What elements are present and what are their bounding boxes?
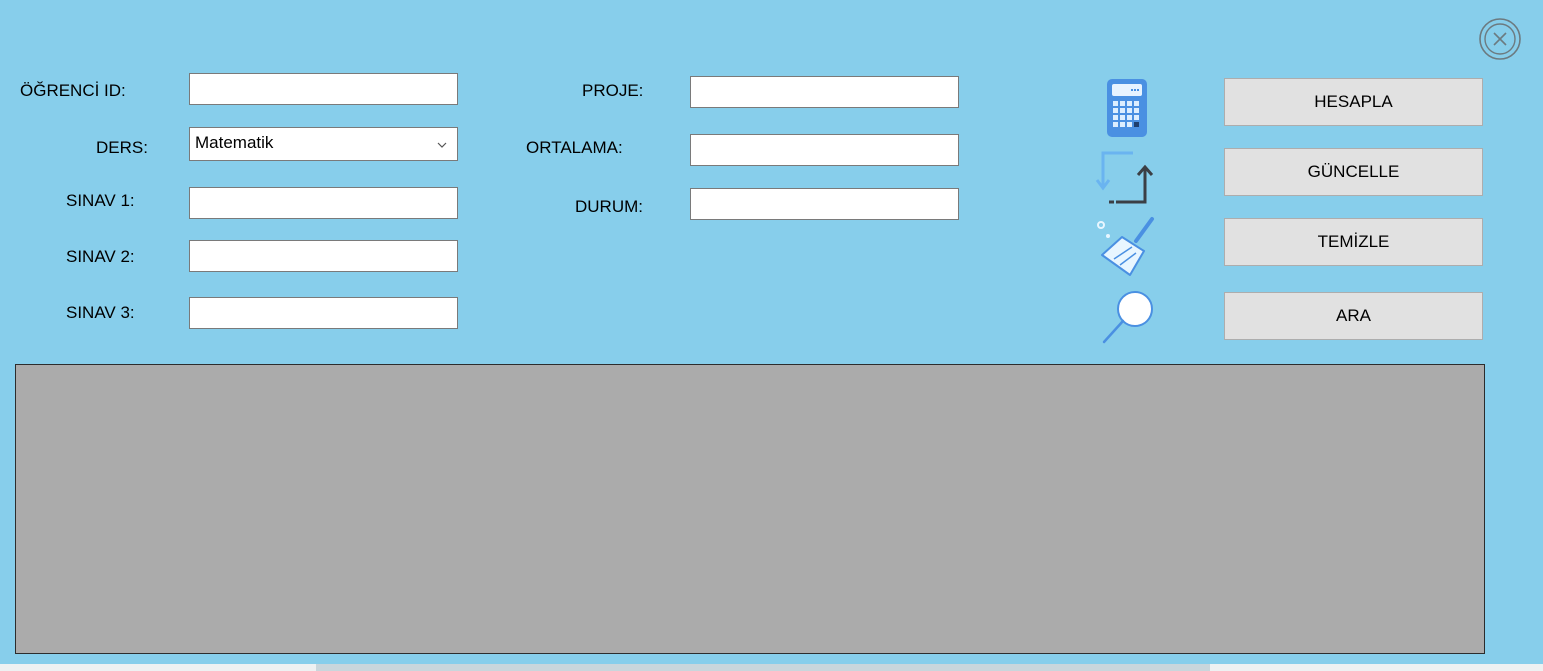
guncelle-button[interactable]: GÜNCELLE	[1224, 148, 1483, 196]
proje-label: PROJE:	[582, 81, 644, 100]
proje-input[interactable]	[690, 76, 959, 108]
ortalama-input[interactable]	[690, 134, 959, 166]
data-grid[interactable]	[15, 364, 1485, 654]
ortalama-label: ORTALAMA:	[526, 138, 623, 157]
status-strip	[0, 664, 1543, 671]
temizle-button[interactable]: TEMİZLE	[1224, 218, 1483, 266]
durum-input[interactable]	[690, 188, 959, 220]
sinav1-label: SINAV 1:	[66, 191, 135, 210]
ders-label: DERS:	[96, 138, 148, 157]
ogrenci-id-label: ÖĞRENCİ ID:	[20, 81, 126, 100]
ders-selected-value: Matematik	[195, 133, 274, 152]
status-segment-left	[0, 664, 316, 671]
sinav2-label: SINAV 2:	[66, 247, 135, 266]
sinav1-input[interactable]	[189, 187, 458, 219]
close-icon[interactable]	[1478, 17, 1522, 61]
sinav3-input[interactable]	[189, 297, 458, 329]
sinav3-label: SINAV 3:	[66, 303, 135, 322]
calculator-icon[interactable]	[1104, 78, 1150, 138]
ara-button[interactable]: ARA	[1224, 292, 1483, 340]
chevron-down-icon	[437, 142, 447, 148]
ders-select[interactable]: Matematik	[189, 127, 458, 161]
hesapla-button[interactable]: HESAPLA	[1224, 78, 1483, 126]
sinav2-input[interactable]	[189, 240, 458, 272]
durum-label: DURUM:	[575, 197, 643, 216]
search-icon[interactable]	[1098, 290, 1160, 346]
ogrenci-id-input[interactable]	[189, 73, 458, 105]
status-segment-right	[1210, 664, 1543, 671]
broom-icon[interactable]	[1092, 215, 1162, 277]
update-arrows-icon[interactable]	[1093, 150, 1163, 206]
